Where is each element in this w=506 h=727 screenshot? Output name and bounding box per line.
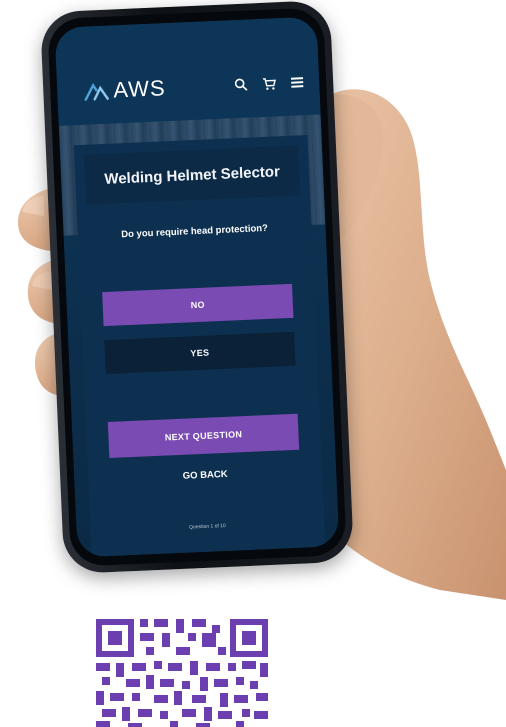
answer-yes-button[interactable]: YES [104, 331, 296, 375]
cart-icon[interactable] [261, 75, 278, 92]
menu-icon[interactable] [289, 74, 306, 91]
aws-arc-icon [84, 82, 109, 101]
search-icon[interactable] [233, 77, 250, 94]
stage: AWS Welding Helmet Selector Do you requi… [0, 0, 506, 727]
header-icons [233, 74, 306, 93]
selector-card: Welding Helmet Selector Do you require h… [73, 135, 326, 557]
answer-no-button[interactable]: NO [102, 283, 294, 327]
next-question-button[interactable]: NEXT QUESTION [107, 413, 300, 458]
progress-text: Question 1 of 10 [188, 522, 226, 531]
logo-text: AWS [112, 75, 167, 103]
phone-device: AWS Welding Helmet Selector Do you requi… [39, 0, 355, 575]
go-back-link[interactable]: GO BACK [88, 465, 322, 486]
question-text: Do you require head protection? [121, 222, 269, 241]
aws-logo[interactable]: AWS [83, 75, 166, 105]
app-header: AWS [54, 16, 321, 126]
selector-title: Welding Helmet Selector [104, 162, 281, 188]
qr-code-icon[interactable] [96, 619, 268, 727]
selector-title-box: Welding Helmet Selector [84, 145, 301, 205]
phone-screen: AWS Welding Helmet Selector Do you requi… [54, 16, 340, 558]
